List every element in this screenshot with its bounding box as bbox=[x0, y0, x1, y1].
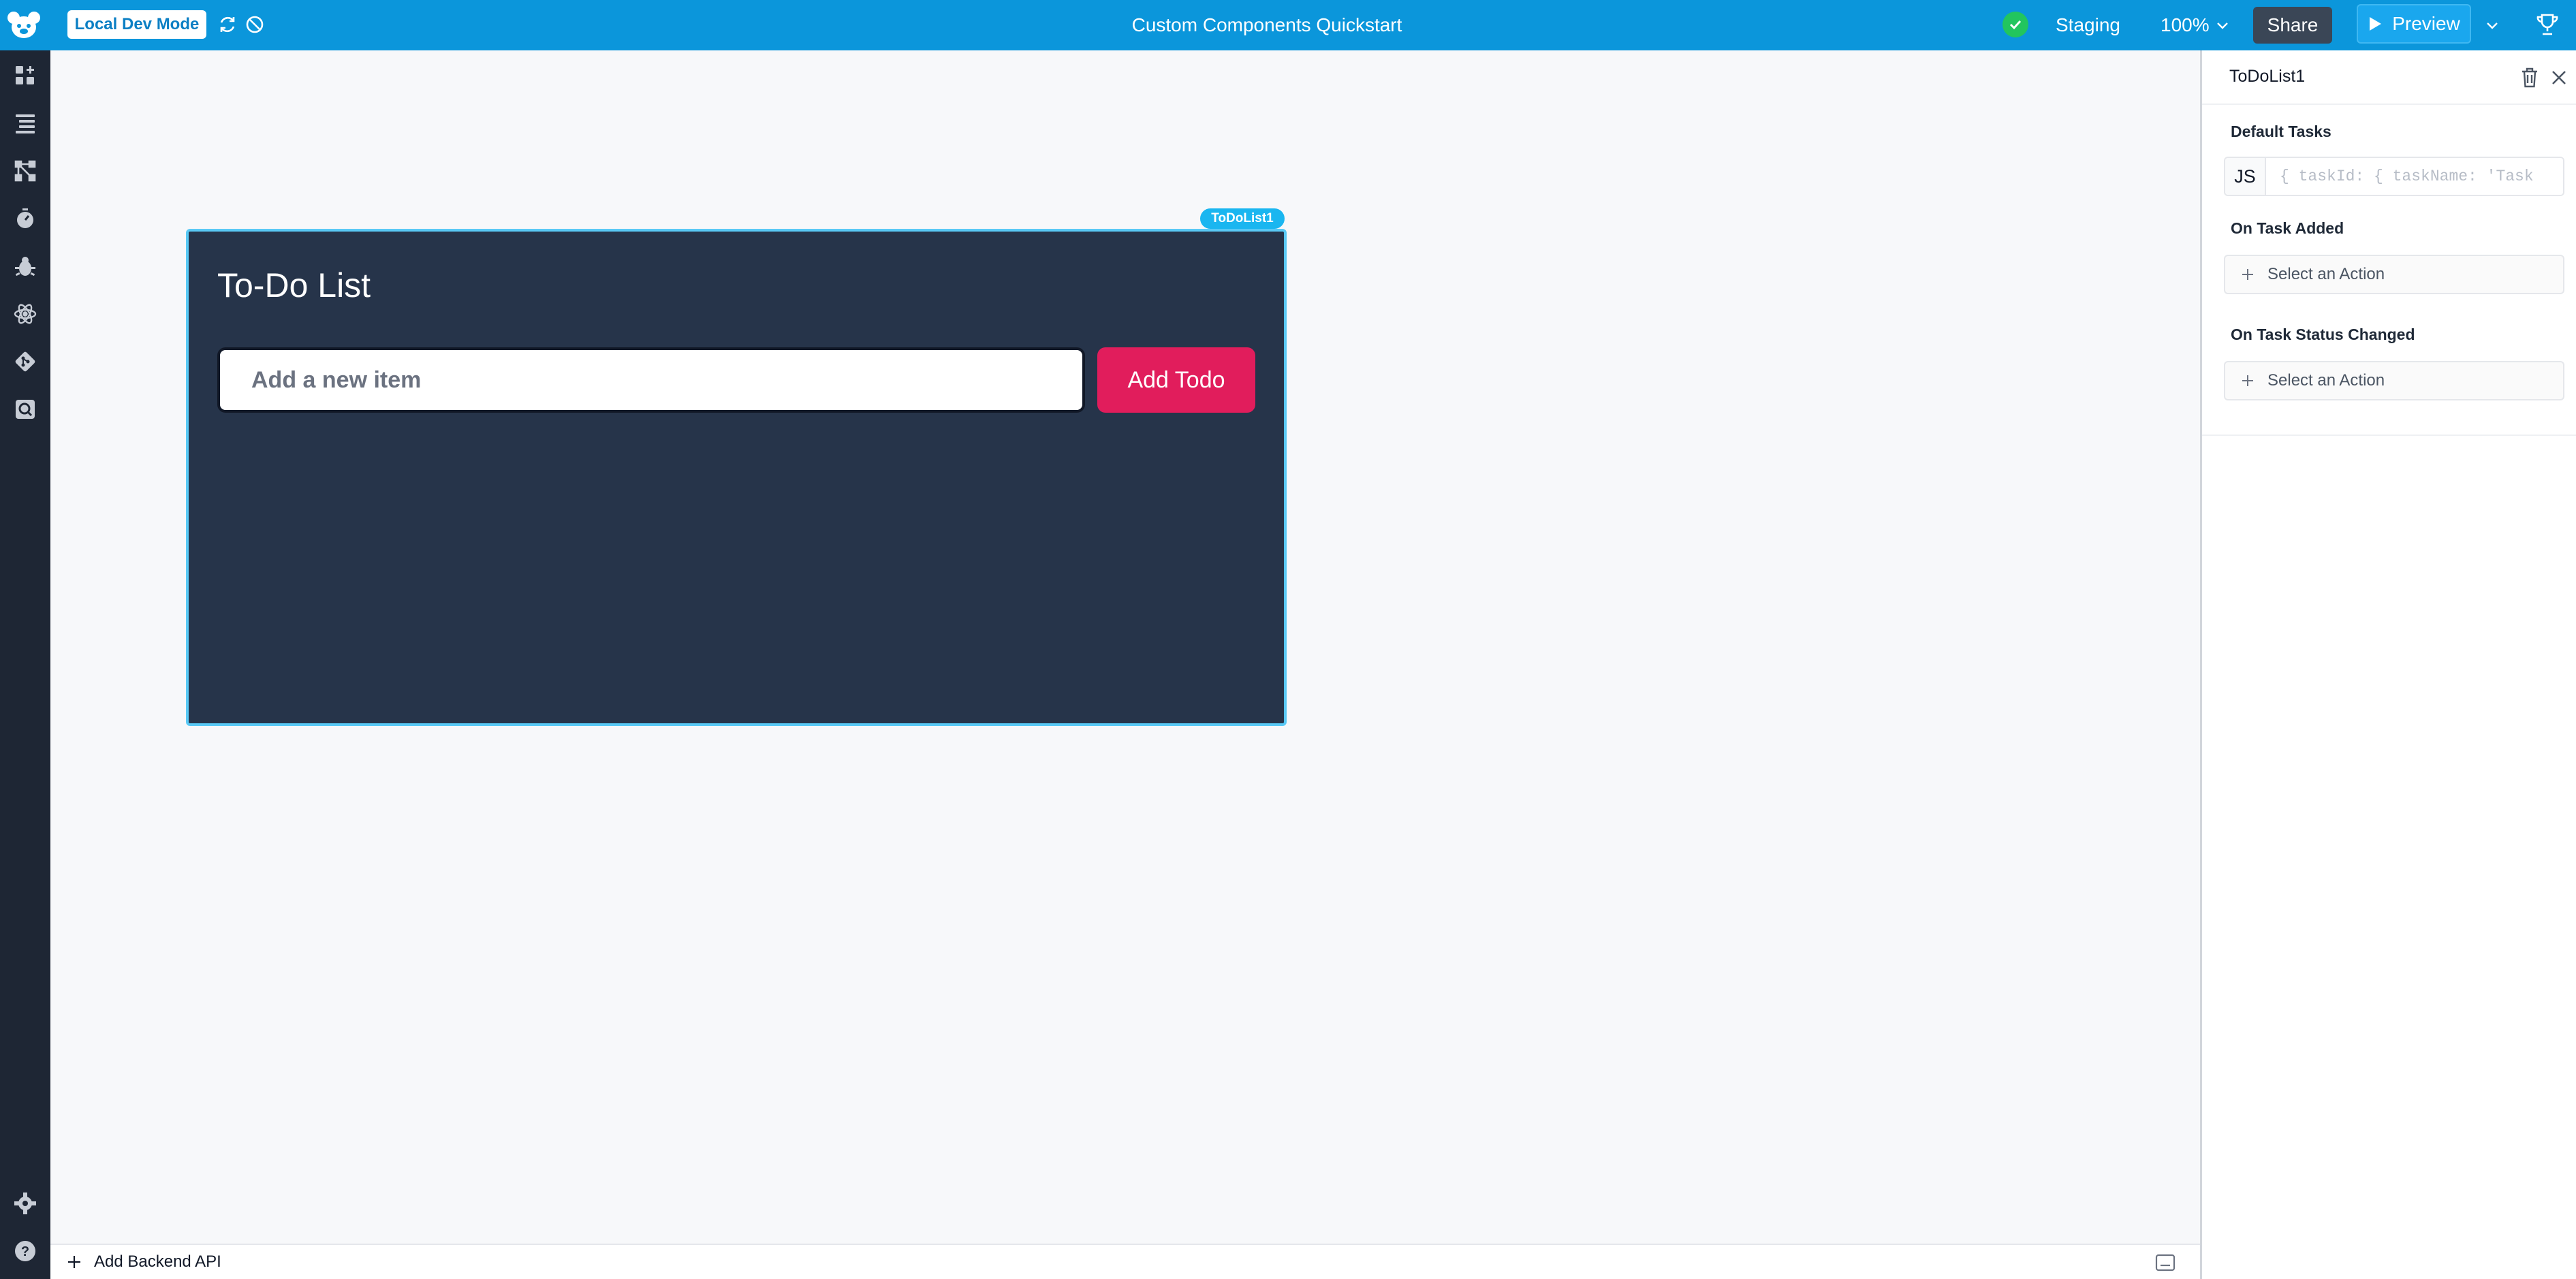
default-tasks-field[interactable]: JS bbox=[2224, 157, 2564, 196]
plus-icon bbox=[68, 1256, 80, 1268]
properties-panel-header: ToDoList1 bbox=[2202, 50, 2576, 105]
svg-text:?: ? bbox=[21, 1244, 29, 1259]
chevron-down-icon[interactable] bbox=[2482, 15, 2502, 35]
plus-icon bbox=[2242, 269, 2253, 280]
on-task-status-changed-label: On Task Status Changed bbox=[2231, 326, 2415, 343]
left-navigation-rail: ? bbox=[0, 50, 50, 1279]
zoom-level[interactable]: 100% bbox=[2161, 0, 2210, 50]
share-button[interactable]: Share bbox=[2253, 7, 2332, 44]
disable-icon[interactable] bbox=[242, 12, 267, 37]
default-tasks-label: Default Tasks bbox=[2231, 123, 2331, 140]
search-inspect-icon[interactable] bbox=[11, 395, 40, 424]
plus-icon bbox=[2242, 375, 2253, 386]
preview-button-label: Preview bbox=[2392, 13, 2460, 34]
add-todo-button[interactable]: Add Todo bbox=[1097, 347, 1255, 413]
refresh-icon[interactable] bbox=[215, 12, 240, 37]
workflow-icon[interactable] bbox=[11, 157, 40, 185]
on-task-added-action-select[interactable]: Select an Action bbox=[2224, 255, 2564, 294]
on-task-added-label: On Task Added bbox=[2231, 219, 2344, 237]
trophy-icon[interactable] bbox=[2534, 11, 2561, 38]
divider bbox=[2202, 435, 2576, 436]
superblocks-logo-icon[interactable] bbox=[5, 8, 42, 42]
todo-title: To-Do List bbox=[217, 266, 371, 304]
preview-button[interactable]: Preview bbox=[2357, 4, 2471, 44]
app-title[interactable]: Custom Components Quickstart bbox=[1022, 0, 1512, 50]
properties-panel: ToDoList1 Default Tasks JS On Task Added… bbox=[2200, 50, 2576, 1279]
debug-bug-icon[interactable] bbox=[11, 252, 40, 281]
bottom-bar: Add Backend API bbox=[50, 1244, 2200, 1279]
console-panel-icon[interactable] bbox=[2155, 1253, 2176, 1272]
chevron-down-icon[interactable] bbox=[2212, 15, 2233, 35]
environment-selector[interactable]: Staging bbox=[2056, 0, 2120, 50]
add-component-icon[interactable] bbox=[11, 61, 40, 90]
layers-tree-icon[interactable] bbox=[11, 109, 40, 138]
timer-icon[interactable] bbox=[11, 204, 40, 233]
selected-component-name[interactable]: ToDoList1 bbox=[2229, 67, 2305, 86]
close-icon[interactable] bbox=[2549, 68, 2569, 87]
settings-gear-icon[interactable] bbox=[11, 1189, 40, 1218]
local-dev-mode-badge[interactable]: Local Dev Mode bbox=[67, 10, 206, 39]
default-tasks-input[interactable] bbox=[2267, 158, 2563, 195]
add-backend-api-label: Add Backend API bbox=[94, 1252, 221, 1271]
todo-list-component[interactable]: To-Do List Add Todo bbox=[186, 229, 1287, 726]
play-icon bbox=[2370, 17, 2382, 31]
select-action-label: Select an Action bbox=[2267, 371, 2385, 390]
on-task-status-changed-action-select[interactable]: Select an Action bbox=[2224, 361, 2564, 400]
component-name-tag[interactable]: ToDoList1 bbox=[1200, 208, 1285, 229]
add-backend-api-button[interactable]: Add Backend API bbox=[67, 1245, 221, 1279]
editor-canvas[interactable]: ToDoList1 To-Do List Add Todo bbox=[50, 50, 2200, 1244]
select-action-label: Select an Action bbox=[2267, 265, 2385, 283]
top-bar: Local Dev Mode Custom Components Quickst… bbox=[0, 0, 2576, 50]
js-mode-toggle[interactable]: JS bbox=[2225, 158, 2266, 195]
trash-icon[interactable] bbox=[2519, 67, 2540, 89]
check-circle-icon bbox=[2002, 12, 2028, 37]
help-icon[interactable]: ? bbox=[11, 1237, 40, 1265]
git-icon[interactable] bbox=[11, 347, 40, 376]
react-atom-icon[interactable] bbox=[11, 300, 40, 328]
new-item-input[interactable] bbox=[217, 347, 1085, 413]
